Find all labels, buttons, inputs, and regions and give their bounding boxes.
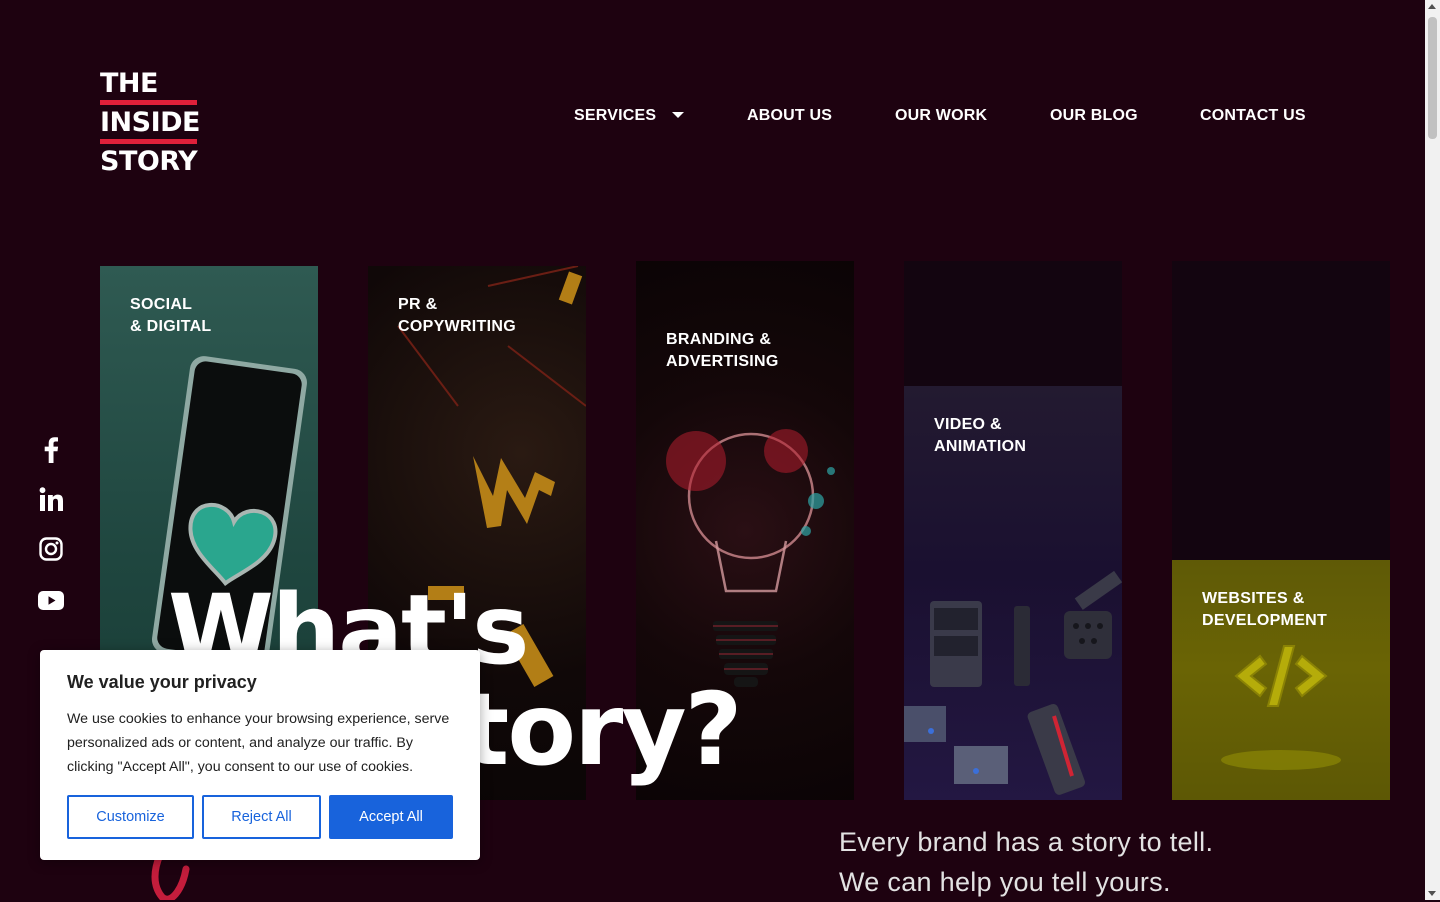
- customize-button[interactable]: Customize: [67, 795, 194, 839]
- tagline: Every brand has a story to tell. We can …: [839, 822, 1213, 902]
- facebook-icon[interactable]: [38, 436, 64, 464]
- logo-bar: [100, 100, 197, 105]
- service-card-websites-development[interactable]: WEBSITES & DEVELOPMENT: [1172, 261, 1390, 800]
- logo-bar: [100, 139, 197, 144]
- tagline-line2: We can help you tell yours.: [839, 867, 1171, 897]
- logo-line-2: INSIDE: [100, 107, 201, 138]
- youtube-icon[interactable]: [38, 587, 64, 613]
- scrollbar-thumb[interactable]: [1428, 17, 1437, 139]
- nav-about-us[interactable]: ABOUT US: [747, 107, 832, 125]
- caret-down-icon[interactable]: [672, 111, 685, 118]
- scroll-down-arrow-icon[interactable]: [1428, 891, 1436, 896]
- decorative-swirl: [151, 855, 190, 900]
- logo-line-1: THE: [100, 68, 158, 99]
- site-logo[interactable]: THE INSIDE STORY: [100, 68, 201, 177]
- cookie-consent-banner: We value your privacy We use cookies to …: [40, 650, 480, 860]
- nav-our-work[interactable]: OUR WORK: [895, 107, 987, 125]
- service-label: BRANDING & ADVERTISING: [666, 331, 779, 370]
- nav-services-label: SERVICES: [574, 107, 657, 124]
- tagline-line1: Every brand has a story to tell.: [839, 827, 1214, 857]
- instagram-icon[interactable]: [38, 536, 64, 562]
- service-label: SOCIAL & DIGITAL: [130, 296, 212, 335]
- cookie-body: We use cookies to enhance your browsing …: [67, 711, 450, 775]
- reject-all-button[interactable]: Reject All: [202, 795, 321, 839]
- linkedin-icon[interactable]: [38, 486, 64, 512]
- nav-services[interactable]: SERVICES: [574, 107, 685, 125]
- service-label: PR & COPYWRITING: [398, 296, 516, 335]
- service-label: VIDEO & ANIMATION: [934, 416, 1027, 455]
- service-card-video-animation[interactable]: VIDEO & ANIMATION: [904, 261, 1122, 800]
- scroll-up-arrow-icon[interactable]: [1428, 4, 1436, 9]
- logo-line-3: STORY: [100, 146, 198, 177]
- accept-all-button[interactable]: Accept All: [329, 795, 453, 839]
- nav-contact-us[interactable]: CONTACT US: [1200, 107, 1306, 125]
- cookie-title: We value your privacy: [67, 672, 257, 692]
- nav-our-blog[interactable]: OUR BLOG: [1050, 107, 1138, 125]
- page-scrollbar[interactable]: [1425, 0, 1440, 900]
- service-label: WEBSITES & DEVELOPMENT: [1202, 590, 1328, 629]
